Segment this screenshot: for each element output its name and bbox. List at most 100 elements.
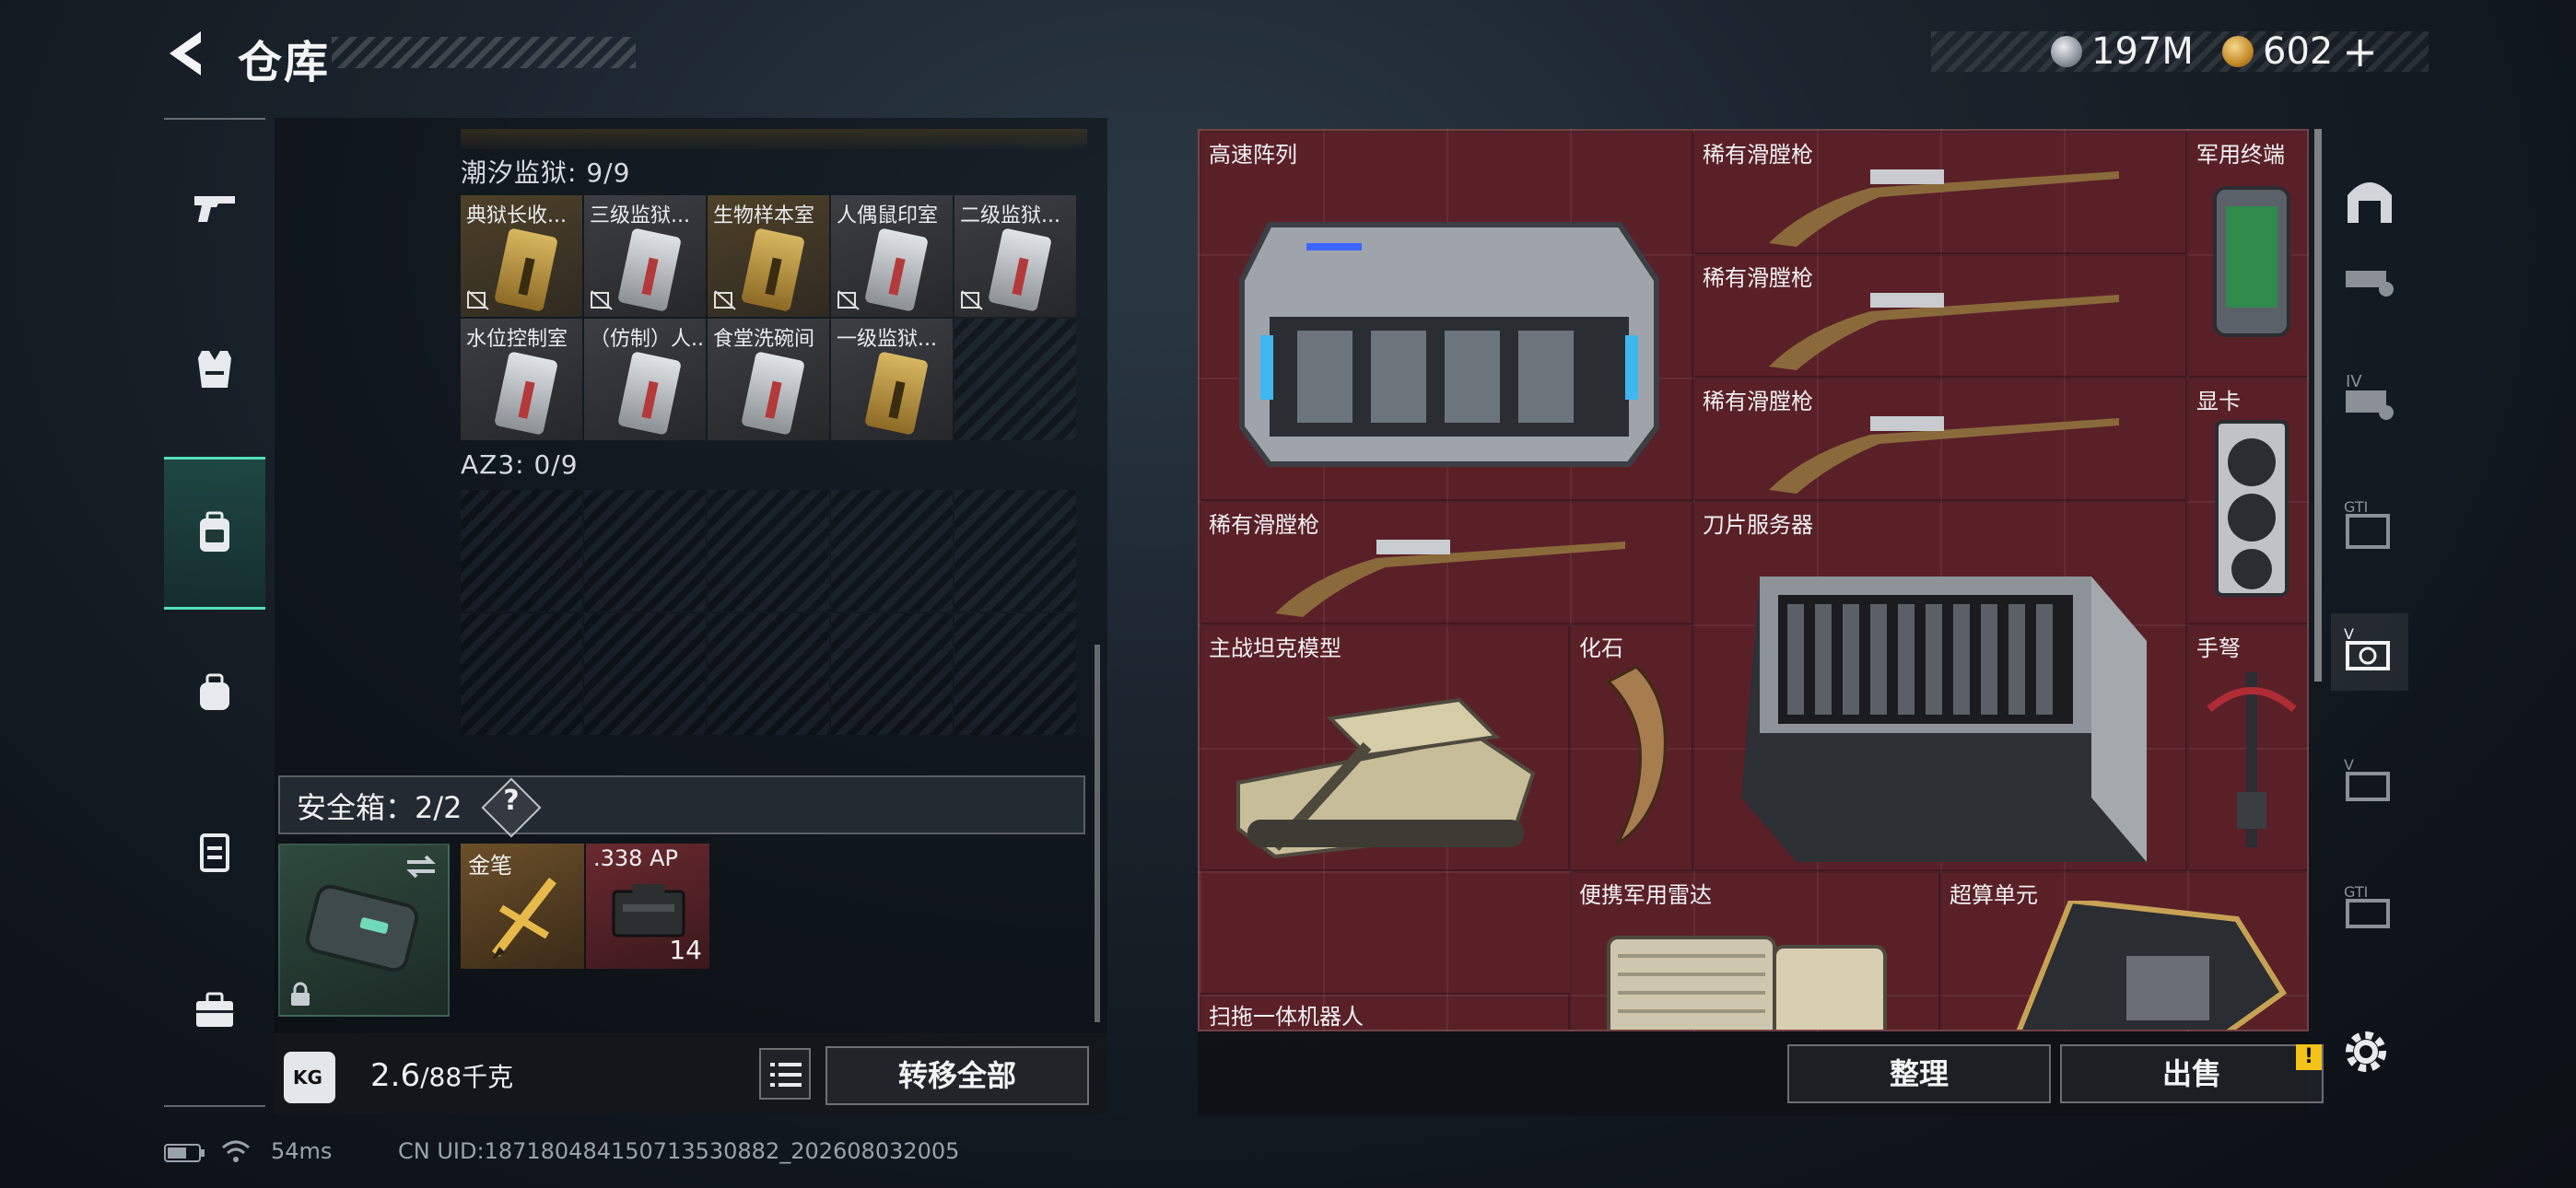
prison-card-slot[interactable]: 水位控制室 xyxy=(461,319,582,440)
stash-item-tank-model[interactable]: 主战坦克模型 xyxy=(1200,624,1570,871)
stash-tab-2[interactable] xyxy=(2331,241,2408,319)
gti-storage-alt-icon: GTI xyxy=(2344,883,2390,928)
empty-slot[interactable] xyxy=(461,613,582,735)
settings-gear-icon[interactable] xyxy=(2338,1024,2394,1079)
swap-icon[interactable] xyxy=(404,853,439,880)
svg-text:GTI: GTI xyxy=(2344,883,2368,901)
item-name: 手弩 xyxy=(2196,635,2241,661)
storage-arch-icon xyxy=(2348,182,2392,223)
empty-slot[interactable] xyxy=(708,490,829,611)
prison-card-slot[interactable]: 一级监狱... xyxy=(831,319,953,440)
ping-readout: 54ms xyxy=(271,1138,333,1164)
item-count: 14 xyxy=(669,935,702,965)
prison-card-slot[interactable]: （仿制）人... xyxy=(584,319,706,440)
empty-slot[interactable] xyxy=(584,613,706,735)
stash-item-blade-server[interactable]: 刀片服务器 xyxy=(1693,501,2187,871)
empty-slot[interactable] xyxy=(831,613,953,735)
sell-button[interactable]: 出售 xyxy=(2060,1044,2324,1103)
stash-item-high-speed-array[interactable]: 高速阵列 xyxy=(1200,131,1693,501)
stash-item-musket-2[interactable]: 稀有滑膛枪 xyxy=(1693,254,2187,378)
empty-slot[interactable] xyxy=(954,613,1076,735)
nav-weapons[interactable] xyxy=(164,157,265,258)
keycard-stripe xyxy=(888,380,906,419)
empty-slot[interactable] xyxy=(708,613,829,735)
stash-scrollbar[interactable] xyxy=(2314,129,2322,681)
empty-slot[interactable] xyxy=(954,319,1076,440)
gold-add-button[interactable]: + xyxy=(2342,27,2378,76)
nav-bag[interactable] xyxy=(164,641,265,742)
stash-grid: 高速阵列 稀有滑膛枪 军用终端 稀有滑膛枪 稀有滑膛枪 显卡 稀有滑膛枪 刀片服… xyxy=(1198,129,2309,1031)
sort-button[interactable]: 整理 xyxy=(1787,1044,2051,1103)
nav-armor[interactable] xyxy=(164,319,265,420)
prison-card-slot[interactable]: 二级监狱... xyxy=(954,195,1076,317)
prison-card-slot[interactable]: 生物样本室 xyxy=(708,195,829,317)
stash-tab-1[interactable] xyxy=(2331,162,2408,239)
stash-item-military-terminal[interactable]: 军用终端 xyxy=(2187,131,2307,378)
item-name: 显卡 xyxy=(2196,389,2241,414)
nav-backpack[interactable] xyxy=(164,457,265,610)
stash-tab-6[interactable]: V xyxy=(2331,744,2408,821)
svg-text:GTI: GTI xyxy=(2344,498,2368,516)
empty-slot[interactable] xyxy=(584,490,706,611)
back-arrow-icon[interactable] xyxy=(162,28,214,79)
keycard-icon xyxy=(864,227,929,312)
keycard-stripe xyxy=(518,380,535,419)
stash-item-graphics-card[interactable]: 显卡 xyxy=(2187,378,2307,624)
safe-box-container[interactable] xyxy=(278,844,450,1017)
item-name: 便携军用雷达 xyxy=(1579,882,1712,908)
prison-card-slot[interactable]: 食堂洗碗间 xyxy=(708,319,829,440)
keycard-stripe xyxy=(765,380,782,419)
transfer-all-button[interactable]: 转移全部 xyxy=(825,1046,1089,1105)
stash-item-portable-radar[interactable]: 便携军用雷达 xyxy=(1570,871,1940,1030)
gold-currency[interactable]: 602 + xyxy=(2222,27,2378,76)
stash-item-supercomputing-unit[interactable]: 超算单元 xyxy=(1940,871,2307,1030)
stash-tab-3[interactable]: IV xyxy=(2331,359,2408,437)
keycard-icon xyxy=(494,351,558,436)
safe-item-gold-pen[interactable]: 金笔 xyxy=(461,844,584,969)
empty-slot[interactable] xyxy=(954,490,1076,611)
v-storage-icon: V xyxy=(2344,625,2390,670)
svg-text:V: V xyxy=(2344,756,2354,774)
empty-slot[interactable] xyxy=(461,490,582,611)
gold-pen-icon xyxy=(492,877,556,960)
keycard-stripe xyxy=(641,257,659,296)
keycard-icon xyxy=(741,227,805,312)
item-name: 二级监狱... xyxy=(960,204,1060,227)
stash-item-musket-4[interactable]: 稀有滑膛枪 xyxy=(1200,501,1693,624)
stash-item-musket-1[interactable]: 稀有滑膛枪 xyxy=(1693,131,2187,254)
stash-item-hand-crossbow[interactable]: 手弩 xyxy=(2187,624,2307,871)
terminal-icon xyxy=(2213,186,2290,337)
item-name: 化石 xyxy=(1579,635,1623,661)
supercomputer-unit-icon xyxy=(2016,901,2288,1030)
nav-case[interactable] xyxy=(164,801,265,903)
musket-icon xyxy=(1275,540,1625,617)
safe-item-ammo[interactable]: .338 AP 14 xyxy=(586,844,709,969)
nav-toolbox[interactable] xyxy=(164,960,265,1061)
locked-storage-icon xyxy=(2346,271,2394,297)
weight-readout: 2.6/88千克 xyxy=(370,1057,513,1094)
no-entry-icon xyxy=(961,290,983,310)
stash-item-robot-vacuum[interactable]: 扫拖一体机器人 xyxy=(1200,993,1570,1030)
stash-tab-5-active[interactable]: V xyxy=(2331,613,2408,691)
prison-card-slot[interactable]: 典狱长收... xyxy=(461,195,582,317)
list-view-button[interactable] xyxy=(759,1048,811,1100)
tank-model-icon xyxy=(1236,697,1536,859)
stash-tab-7[interactable]: GTI xyxy=(2331,871,2408,949)
empty-slot[interactable] xyxy=(831,490,953,611)
prison-card-slot[interactable]: 三级监狱... xyxy=(584,195,706,317)
category-nav xyxy=(164,118,265,1107)
silver-currency[interactable]: 197M xyxy=(2051,30,2194,73)
stash-item-musket-3[interactable]: 稀有滑膛枪 xyxy=(1693,378,2187,501)
help-icon[interactable]: ? xyxy=(499,785,523,817)
section-label-tidal-prison: 潮汐监狱: 9/9 xyxy=(461,157,631,188)
inventory-scrollbar[interactable] xyxy=(1095,645,1100,1022)
stash-item-fossil[interactable]: 化石 xyxy=(1570,624,1693,871)
item-name: 高速阵列 xyxy=(1209,142,1297,168)
keycard-icon xyxy=(988,227,1052,312)
item-name: 食堂洗碗间 xyxy=(713,328,815,351)
safe-box-label: 安全箱：2/2 xyxy=(297,790,463,825)
list-icon xyxy=(770,1063,802,1087)
prison-card-slot[interactable]: 人偶鼠印室 xyxy=(831,195,953,317)
stash-tab-4[interactable]: GTI xyxy=(2331,486,2408,564)
lock-icon xyxy=(291,982,310,1006)
